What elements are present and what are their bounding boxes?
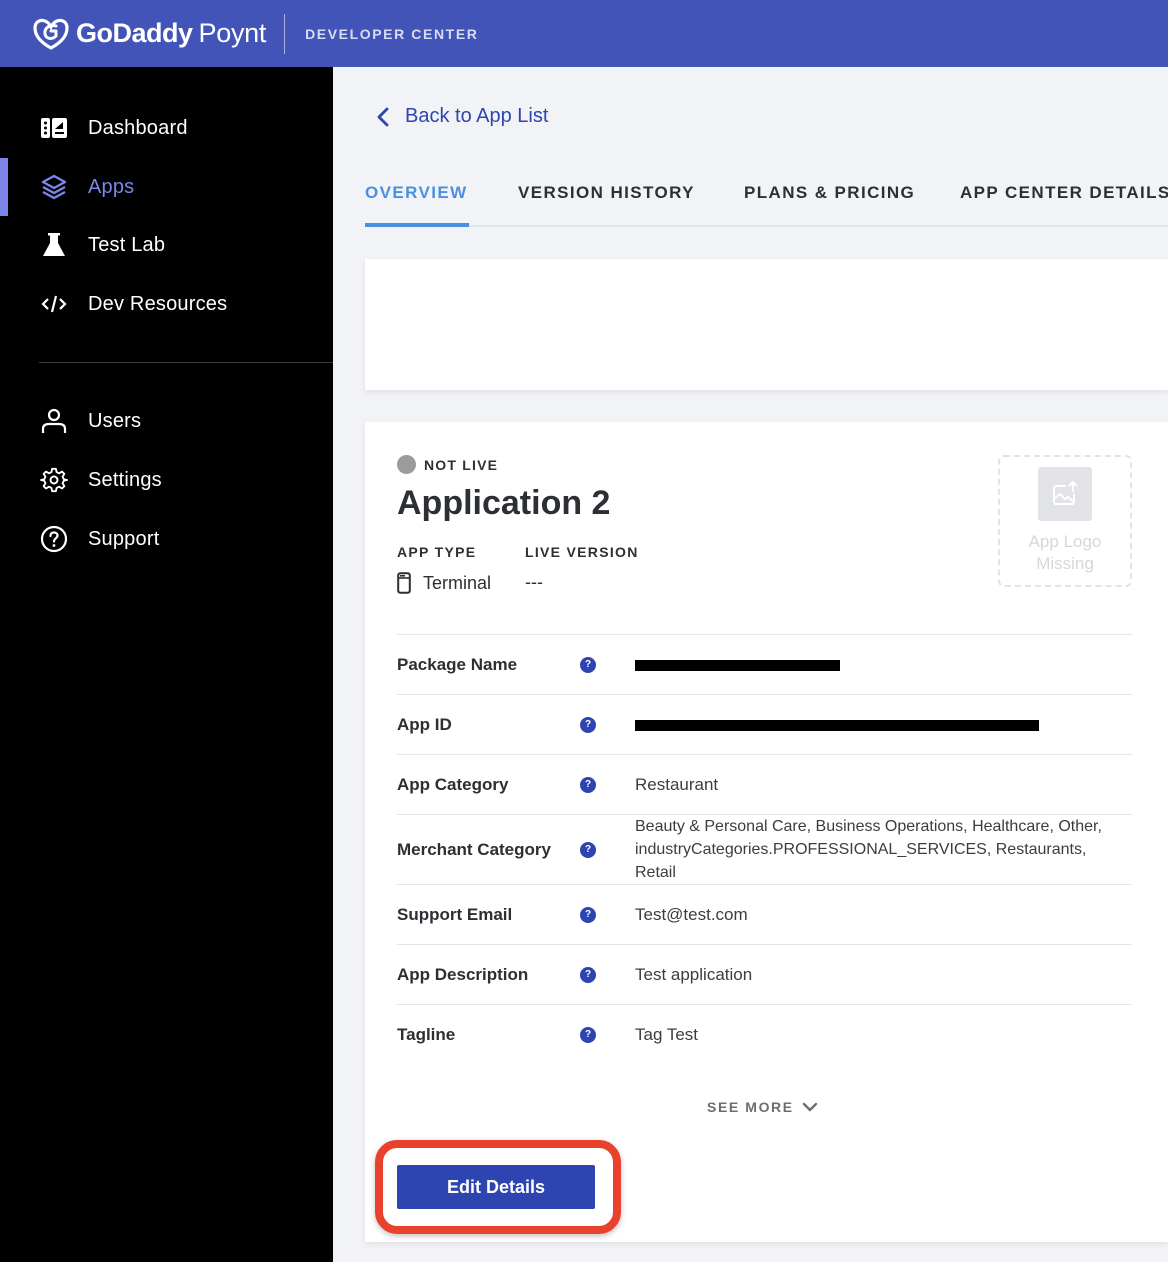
sidebar: Dashboard Apps Test Lab Dev Resources Us… xyxy=(0,67,333,1262)
sidebar-item-label: Users xyxy=(88,409,142,432)
sidebar-item-label: Test Lab xyxy=(88,233,166,256)
active-tab-indicator xyxy=(365,223,469,227)
app-details-card: NOT LIVE Application 2 APP TYPE LIVE VER… xyxy=(365,422,1168,1242)
image-upload-icon xyxy=(1038,467,1092,521)
see-more-button[interactable]: SEE MORE xyxy=(707,1099,818,1115)
app-type-label: APP TYPE xyxy=(397,544,477,560)
brand-product: Poynt xyxy=(198,18,267,48)
redaction-bar xyxy=(635,720,1039,732)
help-circle-icon xyxy=(39,524,69,554)
sidebar-item-label: Settings xyxy=(88,468,162,491)
chevron-down-icon xyxy=(802,1102,817,1112)
app-title: Application 2 xyxy=(397,484,611,522)
detail-value: Beauty & Personal Care, Business Operati… xyxy=(635,818,1102,881)
tab-plans-pricing[interactable]: PLANS & PRICING xyxy=(744,183,915,203)
see-more-label: SEE MORE xyxy=(707,1099,794,1115)
sidebar-item-support[interactable]: Support xyxy=(0,510,333,568)
summary-card xyxy=(365,259,1168,390)
detail-key: App Description xyxy=(397,964,529,984)
redaction-bar xyxy=(635,660,840,672)
app-type-text: Terminal xyxy=(423,572,492,593)
active-indicator xyxy=(0,158,8,216)
godaddy-logo-icon xyxy=(33,18,69,50)
sidebar-item-dashboard[interactable]: Dashboard xyxy=(0,99,333,157)
detail-key: App Category xyxy=(397,774,509,794)
help-icon[interactable]: ? xyxy=(580,1026,596,1043)
help-icon[interactable]: ? xyxy=(580,716,596,733)
flask-icon xyxy=(39,230,69,260)
detail-value: Test@test.com xyxy=(635,905,748,924)
details-list: Package Name ? App ID ? App Category ? R… xyxy=(397,634,1132,1064)
tab-overview[interactable]: OVERVIEW xyxy=(365,183,468,203)
tab-app-center-details[interactable]: APP CENTER DETAILS xyxy=(960,183,1168,203)
detail-key: Package Name xyxy=(397,654,518,674)
help-icon[interactable]: ? xyxy=(580,656,596,673)
live-version-label: LIVE VERSION xyxy=(525,544,639,560)
user-icon xyxy=(39,406,69,436)
detail-key: App ID xyxy=(397,714,452,734)
detail-row-app-id: App ID ? xyxy=(397,694,1132,754)
detail-row-package-name: Package Name ? xyxy=(397,634,1132,694)
back-to-app-list-link[interactable]: Back to App List xyxy=(375,105,548,128)
terminal-device-icon xyxy=(397,572,411,594)
help-icon[interactable]: ? xyxy=(580,841,596,858)
dashboard-icon xyxy=(39,113,69,143)
sidebar-item-users[interactable]: Users xyxy=(0,392,333,450)
sidebar-item-apps[interactable]: Apps xyxy=(0,158,333,216)
main-content: Back to App List OVERVIEW VERSION HISTOR… xyxy=(333,67,1168,1262)
edit-details-button[interactable]: Edit Details xyxy=(397,1165,595,1209)
help-icon[interactable]: ? xyxy=(580,776,596,793)
help-icon[interactable]: ? xyxy=(580,966,596,983)
status-badge: NOT LIVE xyxy=(397,455,498,474)
sidebar-item-label: Apps xyxy=(88,175,135,198)
sidebar-item-label: Support xyxy=(88,527,160,550)
code-icon xyxy=(39,289,69,319)
detail-value: Tag Test xyxy=(635,1025,699,1044)
detail-value-redacted xyxy=(635,713,1132,736)
app-logo-placeholder[interactable]: App Logo Missing xyxy=(998,455,1132,587)
brand-name: GoDaddy xyxy=(76,18,193,48)
section-title: DEVELOPER CENTER xyxy=(305,25,479,42)
detail-row-merchant-category: Merchant Category ? Beauty & Personal Ca… xyxy=(397,814,1132,884)
status-dot-icon xyxy=(397,455,416,474)
sidebar-item-label: Dashboard xyxy=(88,116,188,139)
app-type-value: Terminal xyxy=(397,572,491,594)
detail-key: Merchant Category xyxy=(397,839,551,859)
header-divider xyxy=(284,13,286,54)
detail-row-support-email: Support Email ? Test@test.com xyxy=(397,884,1132,944)
godaddy-poynt-logo[interactable]: GoDaddy Poynt xyxy=(32,17,266,51)
sidebar-item-test-lab[interactable]: Test Lab xyxy=(0,216,333,274)
sidebar-divider xyxy=(39,362,333,363)
logo-missing-text: App Logo Missing xyxy=(1028,532,1102,573)
live-version-value: --- xyxy=(525,572,543,592)
detail-row-tagline: Tagline ? Tag Test xyxy=(397,1004,1132,1064)
detail-row-app-category: App Category ? Restaurant xyxy=(397,754,1132,814)
chevron-left-icon xyxy=(377,107,389,126)
detail-key: Tagline xyxy=(397,1024,456,1044)
sidebar-item-settings[interactable]: Settings xyxy=(0,451,333,509)
detail-value: Test application xyxy=(635,965,753,984)
detail-key: Support Email xyxy=(397,904,513,924)
sidebar-item-label: Dev Resources xyxy=(88,292,228,315)
layers-icon xyxy=(39,172,69,202)
detail-value: Restaurant xyxy=(635,775,719,794)
help-icon[interactable]: ? xyxy=(580,906,596,923)
detail-row-app-description: App Description ? Test application xyxy=(397,944,1132,1004)
gear-icon xyxy=(39,465,69,495)
sidebar-item-dev-resources[interactable]: Dev Resources xyxy=(0,275,333,333)
status-text: NOT LIVE xyxy=(424,456,499,473)
top-bar: GoDaddy Poynt DEVELOPER CENTER xyxy=(0,0,1168,67)
detail-value-redacted xyxy=(635,653,1132,676)
tab-bar: OVERVIEW VERSION HISTORY PLANS & PRICING… xyxy=(365,177,1168,227)
tab-version-history[interactable]: VERSION HISTORY xyxy=(518,183,695,203)
back-link-label: Back to App List xyxy=(405,105,549,127)
